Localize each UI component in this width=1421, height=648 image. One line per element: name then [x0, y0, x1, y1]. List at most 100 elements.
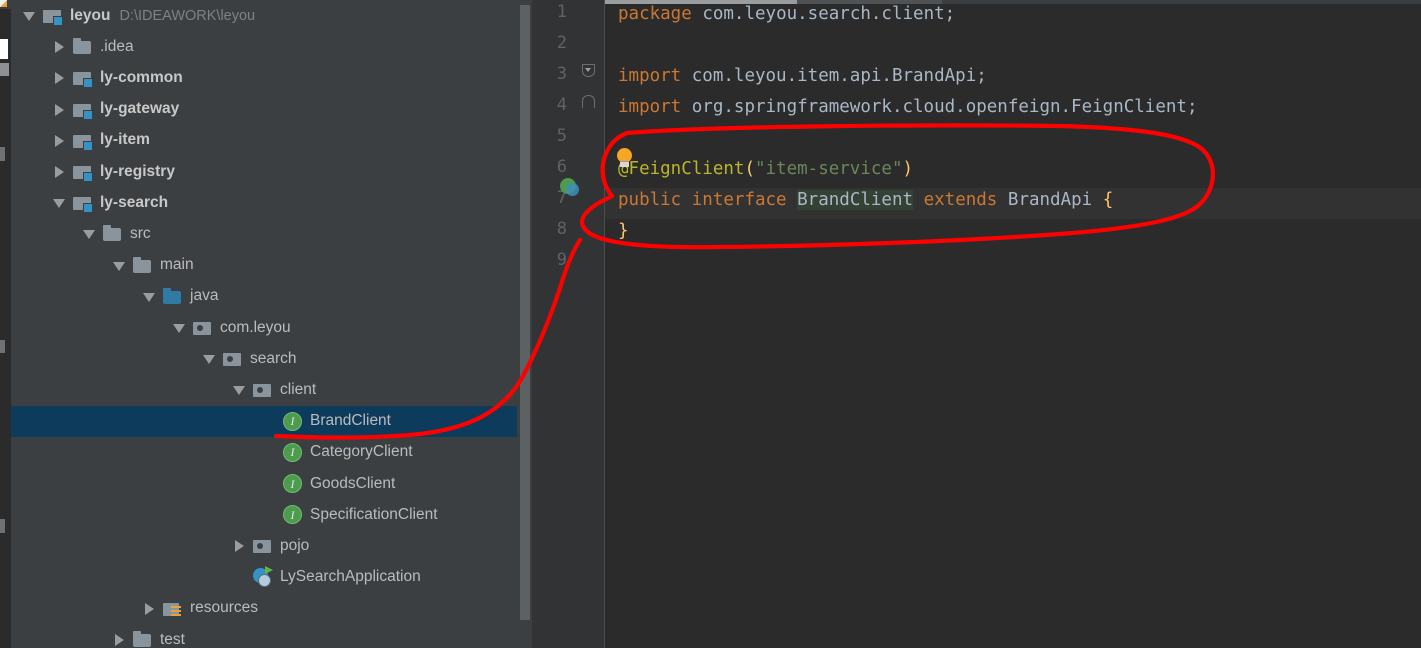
- code-line-3[interactable]: import com.leyou.item.api.BrandApi;: [618, 61, 987, 92]
- chevron-down-icon[interactable]: [113, 259, 126, 272]
- tool-window-strip[interactable]: [0, 0, 11, 648]
- line-number-4: 4: [556, 95, 567, 115]
- code-line-8[interactable]: }: [618, 216, 629, 247]
- tree-node-pojo[interactable]: pojo: [11, 530, 532, 561]
- tree-node--idea[interactable]: .idea: [11, 31, 532, 62]
- chevron-right-icon[interactable]: [53, 165, 66, 179]
- tree-scrollbar-thumb[interactable]: [520, 5, 530, 620]
- tree-node-client[interactable]: client: [11, 374, 532, 405]
- chevron-right-icon[interactable]: [143, 602, 156, 615]
- folder-icon: [133, 256, 152, 274]
- code-token: package: [618, 4, 692, 24]
- tree-node-label: LySearchApplication: [280, 568, 421, 586]
- tree-node-label: src: [130, 224, 151, 242]
- package-icon: [253, 537, 272, 554]
- resources-folder-icon: [163, 600, 182, 617]
- toolstrip-tab-mark-2[interactable]: [0, 340, 5, 353]
- no-chevron-spacer: [233, 571, 246, 584]
- no-chevron-spacer: [263, 477, 276, 490]
- tree-node-com-leyou[interactable]: com.leyou: [11, 312, 532, 343]
- chevron-right-icon[interactable]: [53, 40, 66, 54]
- chevron-down-icon[interactable]: [173, 321, 186, 334]
- tree-node-ly-item[interactable]: ly-item: [11, 125, 532, 156]
- chevron-right-icon[interactable]: [53, 71, 66, 85]
- module-folder-icon: [73, 194, 93, 214]
- spring-feign-client-icon[interactable]: [560, 178, 580, 198]
- chevron-down-icon[interactable]: [53, 196, 66, 209]
- tree-node-label: com.leyou: [220, 318, 291, 336]
- tree-node-label: GoodsClient: [310, 474, 396, 492]
- tree-node-src[interactable]: src: [11, 218, 532, 249]
- project-tree[interactable]: leyou D:\IDEAWORK\leyou .idea ly-common ly-g…: [11, 0, 532, 648]
- module-folder-icon: [73, 163, 93, 183]
- code-token: interface: [691, 190, 787, 210]
- code-line-1[interactable]: package com.leyou.search.client;: [618, 0, 955, 30]
- chevron-right-icon[interactable]: [113, 633, 126, 647]
- code-token: ): [902, 159, 914, 179]
- tree-node-label: BrandClient: [310, 412, 391, 430]
- line-number-8: 8: [556, 219, 567, 239]
- toolstrip-gray-fragment[interactable]: [0, 63, 9, 76]
- tree-node-main[interactable]: main: [11, 250, 532, 281]
- tree-node-resources[interactable]: resources: [11, 593, 532, 624]
- chevron-down-icon[interactable]: [83, 227, 96, 240]
- tree-node-lysearchapplication[interactable]: LySearchApplication: [11, 562, 532, 593]
- tree-node-ly-registry[interactable]: ly-registry: [11, 156, 532, 187]
- tree-node-ly-search[interactable]: ly-search: [11, 187, 532, 218]
- tree-node-specificationclient[interactable]: I SpecificationClient: [11, 499, 532, 530]
- chevron-down-icon[interactable]: [233, 383, 246, 396]
- chevron-right-icon[interactable]: [53, 134, 66, 147]
- code-token: @FeignClient: [618, 159, 745, 179]
- no-chevron-spacer: [263, 446, 276, 459]
- code-token: extends: [923, 190, 998, 210]
- code-token: com.leyou.item.api.BrandApi;: [691, 66, 987, 86]
- chevron-down-icon[interactable]: [143, 290, 156, 303]
- code-token: import: [618, 97, 682, 117]
- tree-node-ly-common[interactable]: ly-common: [11, 62, 532, 93]
- module-folder-icon: [43, 7, 63, 27]
- tree-node-leyou[interactable]: leyou D:\IDEAWORK\leyou: [11, 0, 532, 31]
- fold-end-icon[interactable]: [582, 95, 595, 108]
- tree-node-brandclient[interactable]: I BrandClient: [11, 405, 532, 437]
- code-token: import: [618, 66, 682, 86]
- tree-node-label: CategoryClient: [310, 443, 413, 461]
- source-root-icon: [163, 287, 182, 305]
- tree-node-label: java: [190, 287, 219, 305]
- project-tool-window[interactable]: leyou D:\IDEAWORK\leyou .idea ly-common ly-g…: [11, 0, 532, 648]
- toolstrip-tab-mark-1[interactable]: [0, 147, 5, 161]
- package-icon: [223, 350, 242, 367]
- chevron-down-icon[interactable]: [23, 9, 36, 22]
- fold-expanded-icon[interactable]: [582, 64, 595, 77]
- gutter-separator: [604, 0, 605, 648]
- line-number-5: 5: [556, 126, 567, 146]
- tree-node-test[interactable]: test: [11, 624, 532, 648]
- code-line-4[interactable]: import org.springframework.cloud.openfei…: [618, 92, 1198, 123]
- tree-node-categoryclient[interactable]: I CategoryClient: [11, 437, 532, 468]
- tree-node-label: test: [160, 630, 185, 648]
- tree-node-label: ly-item: [100, 131, 150, 149]
- tree-node-java[interactable]: java: [11, 281, 532, 312]
- module-folder-icon: [73, 132, 93, 151]
- code-token: com.leyou.search.client;: [702, 4, 956, 24]
- chevron-right-icon[interactable]: [53, 103, 66, 116]
- line-number-9: 9: [556, 250, 567, 270]
- editor-gutter[interactable]: 123456789: [532, 0, 605, 648]
- intention-bulb-icon[interactable]: [616, 148, 633, 168]
- toolstrip-white-fragment[interactable]: [0, 39, 8, 59]
- code-token: BrandClient: [797, 190, 914, 210]
- code-editor[interactable]: 123456789 package com.leyou.search.clien…: [532, 0, 1421, 648]
- no-chevron-spacer: [263, 415, 276, 428]
- tree-node-ly-gateway[interactable]: ly-gateway: [11, 94, 532, 125]
- toolstrip-tab-mark-3[interactable]: [0, 519, 5, 533]
- tree-scrollbar-track[interactable]: [517, 0, 532, 648]
- interface-icon: I: [283, 474, 302, 494]
- chevron-right-icon[interactable]: [233, 539, 246, 553]
- chevron-down-icon[interactable]: [203, 352, 216, 365]
- code-line-6[interactable]: @FeignClient("item-service"): [618, 154, 913, 185]
- tree-node-goodsclient[interactable]: I GoodsClient: [11, 468, 532, 499]
- module-folder-icon: [73, 69, 93, 89]
- code-line-7[interactable]: public interface BrandClient extends Bra…: [618, 185, 1113, 216]
- tree-node-search[interactable]: search: [11, 343, 532, 374]
